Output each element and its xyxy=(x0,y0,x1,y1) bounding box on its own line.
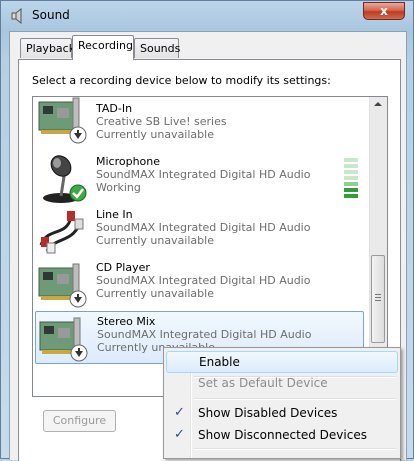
device-item-microphone[interactable]: Microphone SoundMAX Integrated Digital H… xyxy=(33,152,372,205)
close-button[interactable]: x xyxy=(363,2,405,20)
tab-playback[interactable]: Playback xyxy=(20,38,76,58)
menu-item-label: Show Disconnected Devices xyxy=(198,428,367,442)
close-icon: x xyxy=(380,4,388,18)
input-level-meter xyxy=(344,158,358,200)
instruction-text: Select a recording device below to modif… xyxy=(32,74,331,87)
tab-recording-label: Recording xyxy=(78,39,134,52)
device-name: Microphone xyxy=(96,155,161,168)
device-name: Stereo Mix xyxy=(97,315,156,328)
device-status: Currently unavailable xyxy=(96,234,214,247)
device-item-tad-in[interactable]: TAD-In Creative SB Live! series Currentl… xyxy=(33,97,372,152)
tab-playback-label: Playback xyxy=(26,42,76,55)
device-name: CD Player xyxy=(96,261,150,274)
check-badge-icon xyxy=(69,184,87,202)
menu-item-show-disconnected[interactable]: ✓ Show Disconnected Devices xyxy=(166,424,398,446)
tab-sounds[interactable]: Sounds xyxy=(134,38,181,58)
title-bar[interactable]: Sound x xyxy=(1,1,413,31)
menu-separator xyxy=(194,398,396,400)
speaker-icon xyxy=(11,8,22,24)
down-arrow-badge-icon xyxy=(69,290,87,308)
menu-item-enable[interactable]: Enable xyxy=(166,351,398,373)
menu-separator xyxy=(194,448,396,450)
down-arrow-badge-icon xyxy=(69,126,87,144)
window-title: Sound xyxy=(32,8,70,22)
checkmark-icon: ✓ xyxy=(174,427,185,442)
device-description: SoundMAX Integrated Digital HD Audio xyxy=(97,328,312,341)
device-description: SoundMAX Integrated Digital HD Audio xyxy=(96,274,311,287)
menu-item-show-disabled[interactable]: ✓ Show Disabled Devices xyxy=(166,402,398,424)
device-item-line-in[interactable]: Line In SoundMAX Integrated Digital HD A… xyxy=(33,205,372,258)
device-status: Currently unavailable xyxy=(96,128,214,141)
menu-item-label: Enable xyxy=(199,355,240,369)
checkmark-icon: ✓ xyxy=(174,405,185,420)
device-status: Currently unavailable xyxy=(96,287,214,300)
device-description: Creative SB Live! series xyxy=(96,115,227,128)
device-item-cd-player[interactable]: CD Player SoundMAX Integrated Digital HD… xyxy=(33,258,372,311)
scrollbar-thumb[interactable] xyxy=(371,255,385,343)
menu-item-label: Show Disabled Devices xyxy=(198,406,338,420)
line-in-cable-icon xyxy=(39,211,84,254)
down-arrow-badge-icon xyxy=(70,344,88,362)
tab-sounds-label: Sounds xyxy=(140,42,181,55)
device-description: SoundMAX Integrated Digital HD Audio xyxy=(96,168,311,181)
device-context-menu: Enable Set as Default Device ✓ Show Disa… xyxy=(163,347,401,459)
device-status: Working xyxy=(96,181,141,194)
tab-recording[interactable]: Recording xyxy=(72,35,134,60)
menu-item-set-default[interactable]: Set as Default Device xyxy=(166,372,398,394)
device-description: SoundMAX Integrated Digital HD Audio xyxy=(96,221,311,234)
configure-button[interactable]: Configure xyxy=(43,410,116,432)
device-name: Line In xyxy=(96,208,133,221)
device-name: TAD-In xyxy=(96,102,133,115)
scroll-up-icon[interactable] xyxy=(374,102,382,106)
menu-item-label: Set as Default Device xyxy=(198,376,328,390)
